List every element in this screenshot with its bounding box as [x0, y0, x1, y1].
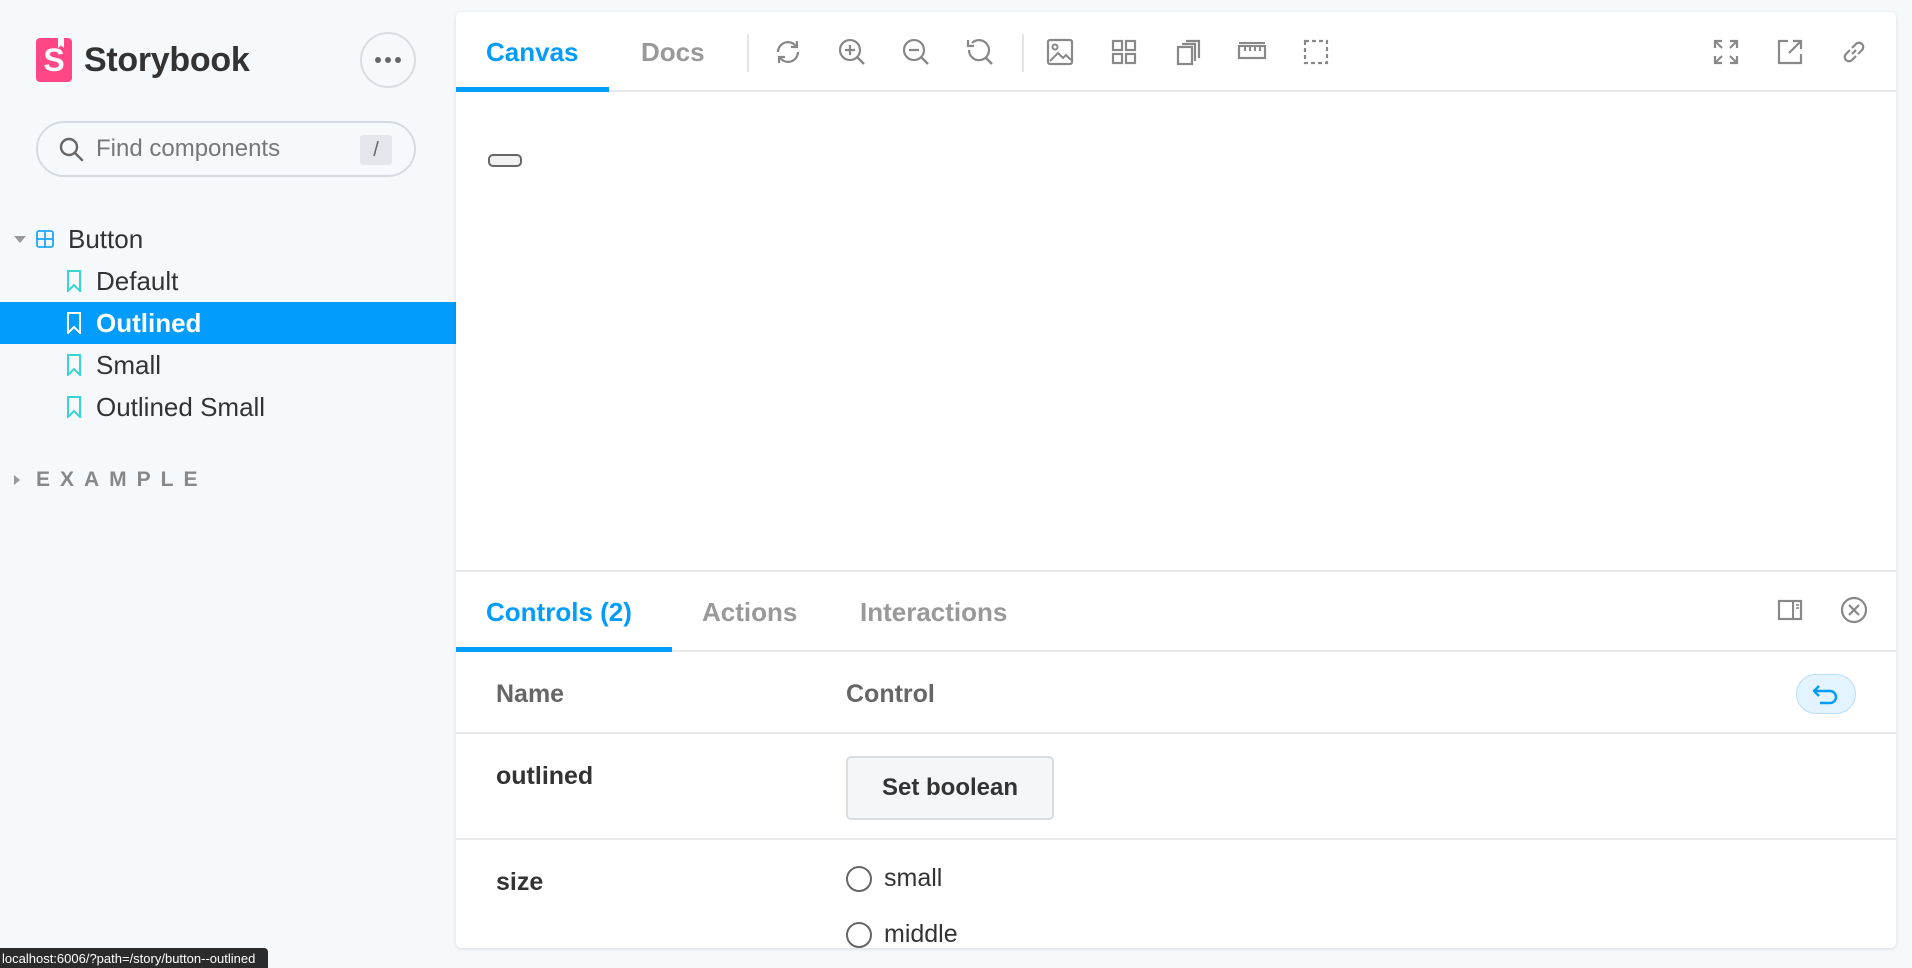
header-name: Name [496, 680, 565, 708]
tab-actions[interactable]: Actions [702, 572, 797, 652]
preview-outlined-button[interactable] [488, 154, 522, 167]
ellipsis-icon [385, 57, 391, 63]
radio-option-small[interactable]: small [846, 864, 942, 893]
story-bookmark-icon [67, 396, 81, 418]
more-menu-button[interactable] [360, 32, 416, 88]
addons-panel: Controls (2) Actions Interactions Name C… [456, 570, 1896, 948]
brand-name: Storybook [84, 40, 250, 79]
outline-icon[interactable] [1300, 36, 1332, 68]
tab-interactions[interactable]: Interactions [860, 572, 1007, 652]
viewport-icon[interactable] [1172, 36, 1204, 68]
control-name: outlined [496, 762, 594, 790]
search-icon [59, 137, 84, 162]
tree-group-button[interactable]: Button [0, 218, 456, 260]
component-icon [36, 230, 54, 248]
zoom-out-icon[interactable] [900, 36, 932, 68]
story-bookmark-icon [67, 312, 81, 334]
storybook-logo-icon: S [36, 38, 72, 82]
controls-table-header: Name Control [456, 652, 1896, 734]
tab-docs[interactable]: Docs [641, 12, 705, 92]
open-new-tab-icon[interactable] [1774, 36, 1806, 68]
tree-item-label: Default [96, 265, 179, 296]
main-panel: Canvas Docs Controls (2) Actions Interac… [456, 12, 1896, 948]
radio-label: middle [884, 920, 958, 948]
component-tree: Button Default Outlined Small Outlined S… [0, 218, 456, 428]
tree-item-label: Outlined Small [96, 391, 266, 422]
storybook-app: S Storybook / Butto [0, 0, 1912, 968]
ellipsis-icon [375, 57, 381, 63]
grid-icon[interactable] [1108, 36, 1140, 68]
radio-circle[interactable] [846, 921, 872, 948]
search-shortcut-key: / [360, 135, 392, 165]
zoom-in-icon[interactable] [836, 36, 868, 68]
toolbar-divider [1022, 34, 1024, 72]
tree-section-example[interactable]: EXAMPLE [14, 468, 208, 492]
tree-item-default[interactable]: Default [0, 260, 456, 302]
section-label: EXAMPLE [36, 468, 208, 491]
caret-down-icon [14, 235, 26, 243]
tree-item-label: Small [96, 349, 162, 380]
panel-orientation-icon[interactable] [1774, 594, 1806, 626]
story-bookmark-icon [67, 270, 81, 292]
tree-item-outlined[interactable]: Outlined [0, 302, 456, 344]
copy-link-icon[interactable] [1838, 36, 1870, 68]
undo-icon [1812, 685, 1838, 705]
zoom-reset-icon[interactable] [964, 36, 996, 68]
tree-item-label: Outlined [96, 307, 202, 338]
active-tab-indicator [456, 87, 609, 92]
toolbar: Canvas Docs [456, 12, 1896, 92]
control-name: size [496, 868, 544, 896]
ellipsis-icon [395, 57, 401, 63]
fullscreen-icon[interactable] [1710, 36, 1742, 68]
tree-item-outlined-small[interactable]: Outlined Small [0, 386, 456, 428]
set-boolean-button[interactable]: Set boolean [846, 756, 1054, 820]
radio-option-middle[interactable]: middle [846, 920, 958, 948]
measure-icon[interactable] [1236, 36, 1268, 68]
brand[interactable]: S Storybook [36, 38, 250, 82]
tab-canvas[interactable]: Canvas [486, 12, 579, 92]
radio-circle[interactable] [846, 865, 872, 892]
search-input[interactable] [96, 135, 366, 163]
control-row-outlined: outlined Set boolean [456, 734, 1896, 840]
story-bookmark-icon [67, 354, 81, 376]
status-bar-url: localhost:6006/?path=/story/button--outl… [0, 948, 268, 968]
sync-icon[interactable] [772, 36, 804, 68]
header-control: Control [846, 680, 935, 708]
tab-controls[interactable]: Controls (2) [486, 572, 632, 652]
caret-right-icon [14, 475, 20, 485]
background-image-icon[interactable] [1044, 36, 1076, 68]
tree-item-small[interactable]: Small [0, 344, 456, 386]
tree-group-label: Button [68, 223, 144, 254]
story-canvas[interactable] [456, 94, 1896, 570]
radio-label: small [884, 864, 943, 892]
control-row-size: size small middle [456, 840, 1896, 948]
reset-controls-button[interactable] [1796, 674, 1856, 714]
addon-tabs: Controls (2) Actions Interactions [456, 572, 1896, 652]
toolbar-divider [747, 34, 749, 72]
close-panel-icon[interactable] [1838, 594, 1870, 626]
search-box[interactable]: / [36, 121, 416, 177]
logo-letter: S [43, 41, 65, 78]
sidebar: S Storybook / Butto [0, 0, 456, 968]
